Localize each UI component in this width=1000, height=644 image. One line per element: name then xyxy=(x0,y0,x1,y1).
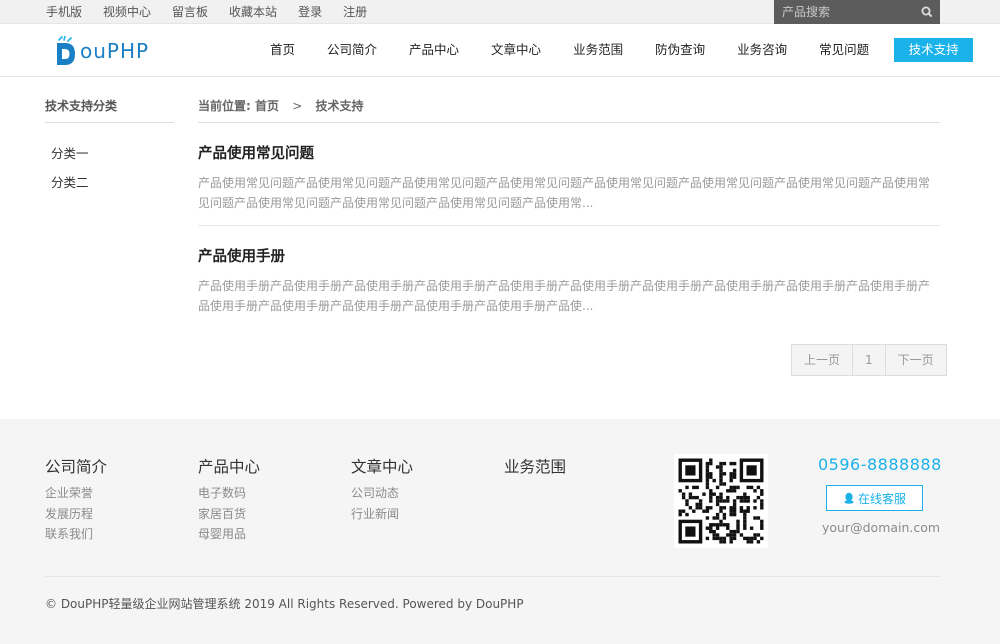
nav-products[interactable]: 产品中心 xyxy=(393,38,475,62)
main-nav: 首页 公司简介 产品中心 文章中心 业务范围 防伪查询 业务咨询 常见问题 技术… xyxy=(254,38,974,62)
footer-col-title[interactable]: 业务范围 xyxy=(504,455,566,477)
sidebar-item-category-1[interactable]: 分类一 xyxy=(51,143,89,162)
top-bar: 手机版 视频中心 留言板 收藏本站 登录 注册 xyxy=(0,0,1000,24)
list-divider xyxy=(198,225,940,226)
search-icon[interactable] xyxy=(920,5,934,19)
logo-d-icon xyxy=(57,36,75,65)
nav-support[interactable]: 技术支持 xyxy=(894,38,974,62)
footer-link[interactable]: 企业荣誉 xyxy=(45,483,107,504)
breadcrumb-home[interactable]: 首页 xyxy=(255,99,279,113)
top-link-login[interactable]: 登录 xyxy=(298,0,322,24)
nav-faq[interactable]: 常见问题 xyxy=(803,38,885,62)
footer-col-about: 公司简介 企业荣誉 发展历程 联系我们 xyxy=(45,455,107,545)
top-link-video[interactable]: 视频中心 xyxy=(103,0,151,24)
footer-link[interactable]: 联系我们 xyxy=(45,524,107,545)
footer-link[interactable]: 公司动态 xyxy=(351,483,413,504)
search-input[interactable] xyxy=(774,0,914,24)
list-item: 产品使用常见问题 产品使用常见问题产品使用常见问题产品使用常见问题产品使用常见问… xyxy=(198,142,940,213)
nav-about[interactable]: 公司简介 xyxy=(311,38,393,62)
list-item: 产品使用手册 产品使用手册产品使用手册产品使用手册产品使用手册产品使用手册产品使… xyxy=(198,245,940,316)
page-number[interactable]: 1 xyxy=(853,345,886,375)
footer-col-products: 产品中心 电子数码 家居百货 母婴用品 xyxy=(198,455,260,545)
footer-divider xyxy=(45,576,940,577)
article-title[interactable]: 产品使用手册 xyxy=(198,245,940,266)
footer-link[interactable]: 发展历程 xyxy=(45,504,107,525)
qr-code-icon xyxy=(678,458,764,544)
footer-link[interactable]: 行业新闻 xyxy=(351,504,413,525)
online-service-button[interactable]: 在线客服 xyxy=(826,485,923,511)
top-link-favorite[interactable]: 收藏本站 xyxy=(229,0,277,24)
footer-col-title[interactable]: 文章中心 xyxy=(351,455,413,477)
qr-code xyxy=(674,454,768,548)
article-desc: 产品使用手册产品使用手册产品使用手册产品使用手册产品使用手册产品使用手册产品使用… xyxy=(198,279,931,313)
nav-consult[interactable]: 业务咨询 xyxy=(721,38,803,62)
breadcrumb: 当前位置: 首页 > 技术支持 xyxy=(198,97,940,123)
next-page-button[interactable]: 下一页 xyxy=(886,345,946,375)
nav-anti-fake[interactable]: 防伪查询 xyxy=(639,38,721,62)
sidebar-item-category-2[interactable]: 分类二 xyxy=(51,172,89,191)
footer-col-title[interactable]: 公司简介 xyxy=(45,455,107,477)
top-link-register[interactable]: 注册 xyxy=(343,0,367,24)
article-desc: 产品使用常见问题产品使用常见问题产品使用常见问题产品使用常见问题产品使用常见问题… xyxy=(198,176,931,210)
nav-home[interactable]: 首页 xyxy=(254,38,311,62)
sidebar-title: 技术支持分类 xyxy=(45,97,174,123)
online-service-label: 在线客服 xyxy=(857,491,906,506)
top-links: 手机版 视频中心 留言板 收藏本站 登录 注册 xyxy=(46,0,388,24)
site-footer: 公司简介 企业荣誉 发展历程 联系我们 产品中心 电子数码 家居百货 母婴用品 … xyxy=(0,419,1000,644)
logo-text: ouPHP xyxy=(80,39,150,63)
contact-email: your@domain.com xyxy=(822,520,941,535)
breadcrumb-prefix: 当前位置: xyxy=(198,99,251,113)
site-logo[interactable]: ouPHP xyxy=(54,35,149,67)
footer-col-business: 业务范围 xyxy=(504,455,566,483)
copyright: © DouPHP轻量级企业网站管理系统 2019 All Rights Rese… xyxy=(45,597,524,611)
contact-phone: 0596-8888888 xyxy=(818,455,942,474)
qq-penguin-icon xyxy=(844,492,854,504)
top-link-mobile[interactable]: 手机版 xyxy=(46,0,82,24)
prev-page-button[interactable]: 上一页 xyxy=(792,345,854,375)
breadcrumb-current: 技术支持 xyxy=(315,99,364,113)
footer-link[interactable]: 电子数码 xyxy=(198,483,260,504)
pagination: 上一页 1 下一页 xyxy=(791,344,947,376)
footer-col-title[interactable]: 产品中心 xyxy=(198,455,260,477)
nav-business[interactable]: 业务范围 xyxy=(557,38,639,62)
footer-link[interactable]: 母婴用品 xyxy=(198,524,260,545)
footer-link[interactable]: 家居百货 xyxy=(198,504,260,525)
site-header: ouPHP 首页 公司简介 产品中心 文章中心 业务范围 防伪查询 业务咨询 常… xyxy=(0,25,1000,77)
nav-articles[interactable]: 文章中心 xyxy=(475,38,557,62)
footer-col-articles: 文章中心 公司动态 行业新闻 xyxy=(351,455,413,524)
product-search xyxy=(774,0,940,24)
top-link-guestbook[interactable]: 留言板 xyxy=(172,0,208,24)
breadcrumb-separator: > xyxy=(292,99,303,113)
article-title[interactable]: 产品使用常见问题 xyxy=(198,142,940,163)
